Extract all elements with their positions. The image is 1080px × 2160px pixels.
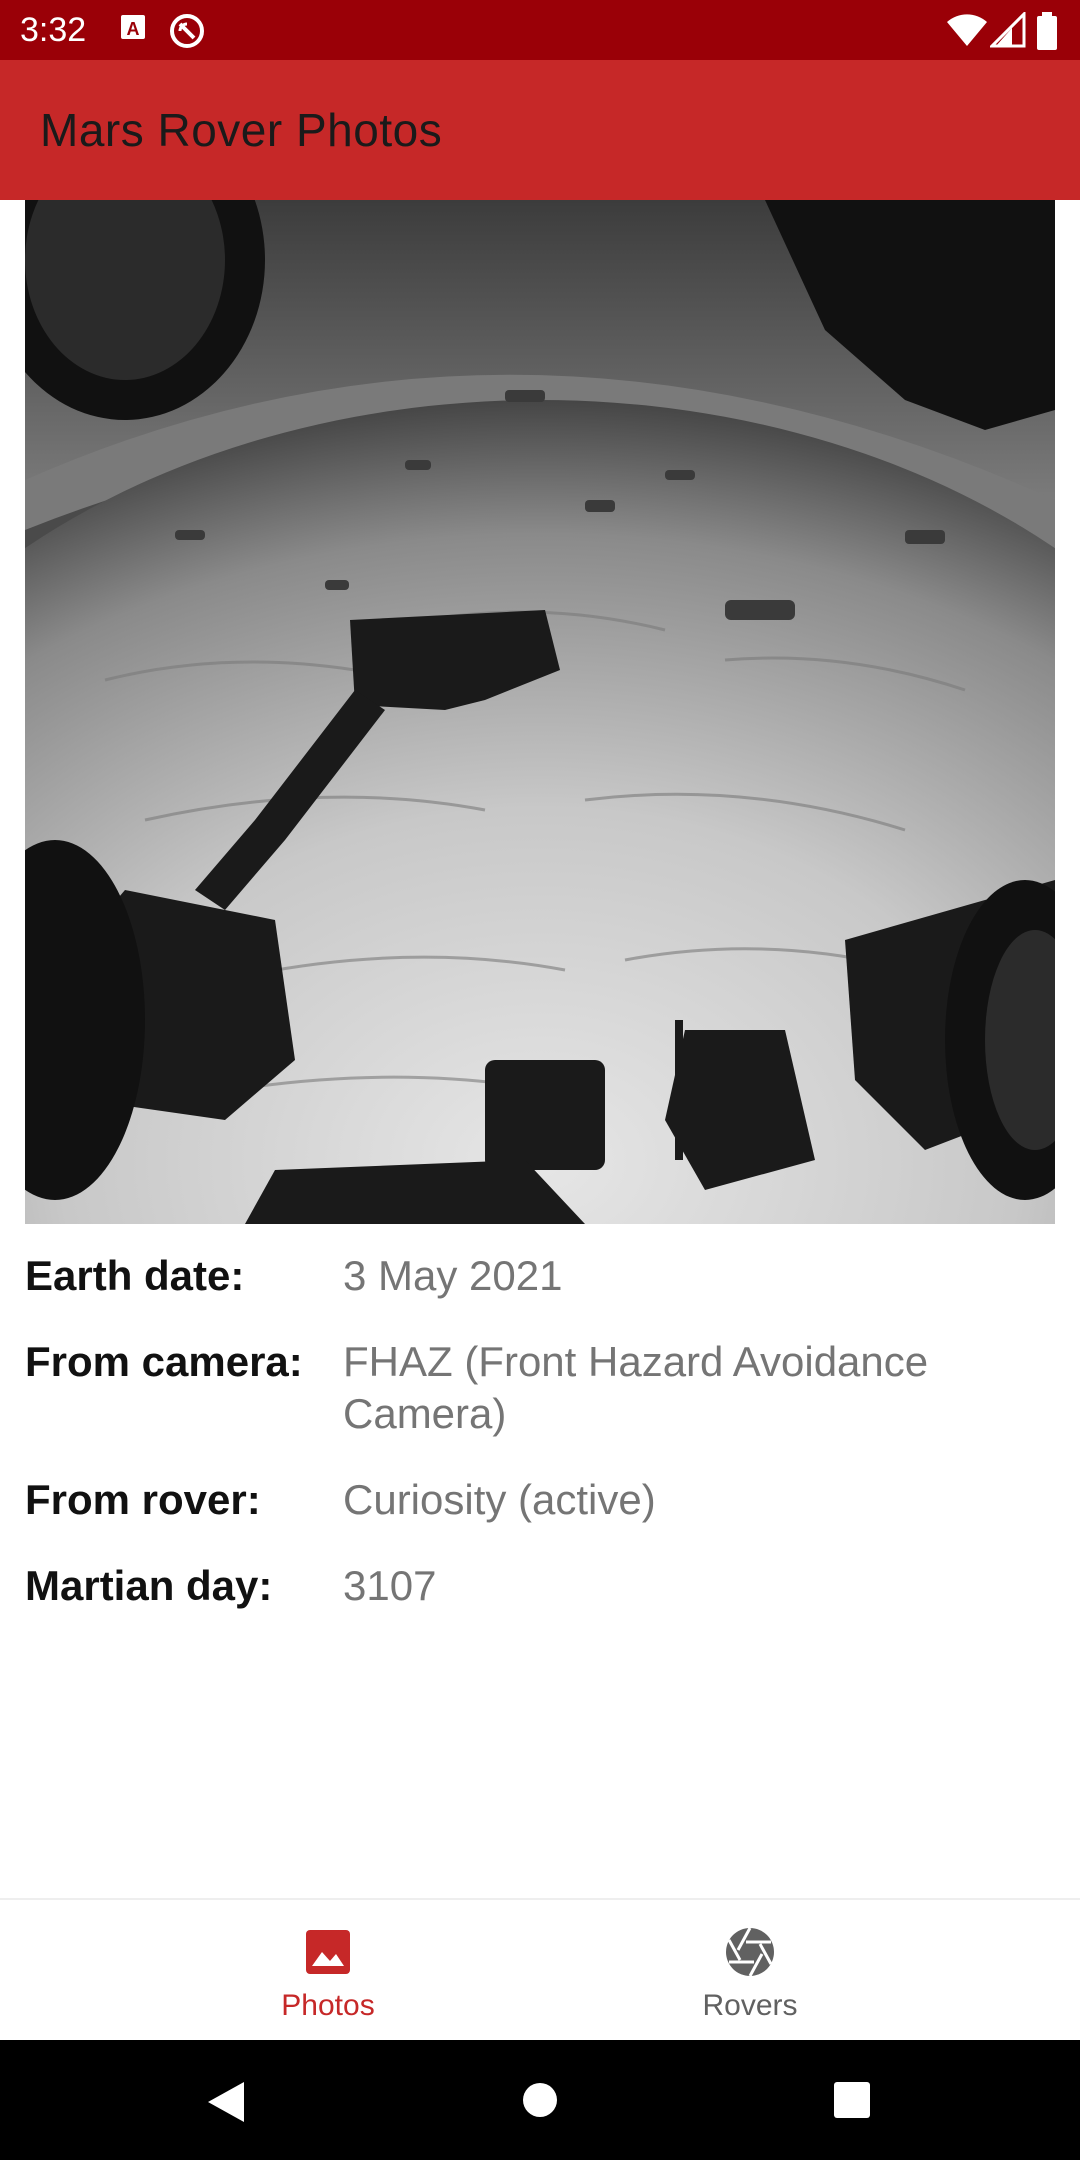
detail-value: 3107 xyxy=(343,1562,437,1609)
bottom-navigation: Photos Rovers xyxy=(0,1898,1080,2042)
status-time: 3:32 xyxy=(20,11,87,49)
battery-icon xyxy=(1036,12,1058,55)
detail-row-camera: From camera: FHAZ (Front Hazard Avoidanc… xyxy=(25,1336,1055,1440)
status-bar: 3:32 A xyxy=(0,0,1080,60)
screen: 3:32 A Mars Rover Photos Earth date: 3 M… xyxy=(0,0,1080,2160)
app-title: Mars Rover Photos xyxy=(40,104,443,156)
signal-icon xyxy=(988,10,1026,53)
mars-surface-photo xyxy=(25,200,1055,1224)
detail-value: FHAZ (Front Hazard Avoidance Camera) xyxy=(343,1338,929,1437)
a-box-icon: A xyxy=(120,12,146,47)
app-bar: Mars Rover Photos xyxy=(0,60,1080,200)
aperture-icon xyxy=(724,1926,776,1978)
wifi-icon xyxy=(946,12,988,53)
svg-text:A: A xyxy=(127,19,140,39)
image-icon xyxy=(302,1926,354,1978)
detail-label: From camera: xyxy=(25,1338,303,1385)
detail-label: Martian day: xyxy=(25,1562,273,1609)
detail-label: Earth date: xyxy=(25,1252,245,1299)
detail-value: 3 May 2021 xyxy=(343,1252,563,1299)
detail-value: Curiosity (active) xyxy=(343,1476,656,1523)
detail-row-martian-day: Martian day: 3107 xyxy=(25,1560,1055,1612)
home-icon[interactable] xyxy=(522,2082,558,2123)
recents-icon[interactable] xyxy=(834,2082,870,2123)
nav-label-rovers: Rovers xyxy=(702,1989,798,2022)
detail-row-rover: From rover: Curiosity (active) xyxy=(25,1474,1055,1526)
rover-photo[interactable] xyxy=(25,200,1055,1224)
no-sync-icon xyxy=(168,12,206,55)
detail-row-earth-date: Earth date: 3 May 2021 xyxy=(25,1250,1055,1302)
back-icon[interactable] xyxy=(206,2080,246,2129)
nav-item-rovers[interactable]: Rovers xyxy=(480,1900,1020,2042)
system-navigation-bar xyxy=(0,2040,1080,2160)
detail-label: From rover: xyxy=(25,1476,261,1523)
